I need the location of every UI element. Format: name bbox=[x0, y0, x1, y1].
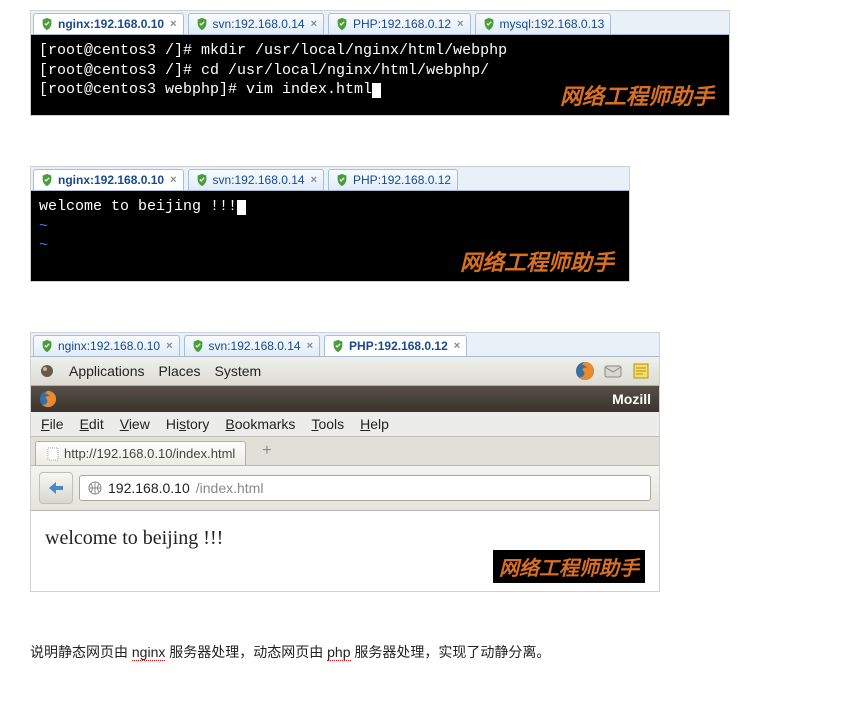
tab-close-icon[interactable]: × bbox=[307, 340, 313, 352]
window-title: Mozill bbox=[612, 391, 651, 407]
ssh-tab-svn[interactable]: svn:192.168.0.14 × bbox=[184, 335, 321, 356]
vim-editor[interactable]: welcome to beijing !!! ~ ~ 网络工程师助手 bbox=[31, 191, 629, 281]
tab-label: mysql:192.168.0.13 bbox=[500, 17, 605, 31]
tab-label: nginx:192.168.0.10 bbox=[58, 339, 160, 353]
screenshot-terminal-2: nginx:192.168.0.10 × svn:192.168.0.14 × … bbox=[30, 166, 630, 282]
tab-label: PHP:192.168.0.12 bbox=[353, 17, 451, 31]
firefox-titlebar: Mozill bbox=[31, 386, 659, 412]
back-arrow-icon bbox=[46, 480, 66, 496]
shield-icon bbox=[335, 17, 349, 31]
watermark-text: 网络工程师助手 bbox=[560, 79, 714, 111]
url-path: /index.html bbox=[196, 480, 264, 496]
ff-menu-tools[interactable]: Tools bbox=[311, 416, 344, 432]
page-body-text: welcome to beijing !!! bbox=[45, 527, 645, 550]
shield-icon bbox=[40, 339, 54, 353]
ssh-tabbar-3: nginx:192.168.0.10 × svn:192.168.0.14 × … bbox=[31, 333, 659, 357]
tab-label: PHP:192.168.0.12 bbox=[349, 339, 448, 353]
url-input[interactable]: 192.168.0.10/index.html bbox=[79, 475, 651, 501]
cursor-icon bbox=[237, 200, 246, 215]
ff-menu-edit[interactable]: Edit bbox=[80, 416, 104, 432]
vim-tilde: ~ bbox=[39, 217, 621, 237]
back-button[interactable] bbox=[39, 472, 73, 504]
ssh-tab-php[interactable]: PHP:192.168.0.12 × bbox=[328, 13, 471, 34]
url-host: 192.168.0.10 bbox=[108, 480, 190, 496]
tab-close-icon[interactable]: × bbox=[166, 340, 172, 352]
shield-icon bbox=[40, 173, 54, 187]
shield-icon bbox=[195, 17, 209, 31]
firefox-newtab-button[interactable]: + bbox=[252, 440, 281, 462]
caption-text: 说明静态网页由 nginx 服务器处理，动态网页由 php 服务器处理，实现了动… bbox=[30, 642, 863, 662]
tab-label: svn:192.168.0.14 bbox=[209, 339, 301, 353]
tab-label: nginx:192.168.0.10 bbox=[58, 173, 164, 187]
cursor-icon bbox=[372, 83, 381, 98]
firefox-tabbar: http://192.168.0.10/index.html + bbox=[31, 437, 659, 466]
shield-icon bbox=[191, 339, 205, 353]
vim-line: welcome to beijing !!! bbox=[39, 197, 621, 217]
gnome-foot-icon bbox=[39, 363, 55, 379]
watermark-text: 网络工程师助手 bbox=[460, 245, 614, 277]
tab-close-icon[interactable]: × bbox=[311, 18, 317, 30]
shield-icon bbox=[40, 17, 54, 31]
globe-icon bbox=[88, 481, 102, 495]
watermark-text: 网络工程师助手 bbox=[493, 550, 645, 583]
gnome-menu-places[interactable]: Places bbox=[159, 363, 201, 379]
shield-icon bbox=[331, 339, 345, 353]
tab-label: nginx:192.168.0.10 bbox=[58, 17, 164, 31]
ff-menu-help[interactable]: Help bbox=[360, 416, 389, 432]
ssh-tab-php[interactable]: PHP:192.168.0.12 × bbox=[324, 335, 467, 356]
tab-close-icon[interactable]: × bbox=[311, 174, 317, 186]
ssh-tab-nginx[interactable]: nginx:192.168.0.10 × bbox=[33, 335, 180, 356]
firefox-launcher-icon[interactable] bbox=[575, 361, 595, 381]
tab-label: svn:192.168.0.14 bbox=[213, 17, 305, 31]
firefox-addressbar: 192.168.0.10/index.html bbox=[31, 466, 659, 511]
tab-close-icon[interactable]: × bbox=[454, 340, 460, 352]
terminal-line: [root@centos3 /]# mkdir /usr/local/nginx… bbox=[39, 41, 721, 61]
screenshot-browser: nginx:192.168.0.10 × svn:192.168.0.14 × … bbox=[30, 332, 660, 592]
shield-icon bbox=[335, 173, 349, 187]
note-launcher-icon[interactable] bbox=[631, 361, 651, 381]
browser-viewport: welcome to beijing !!! 网络工程师助手 bbox=[31, 511, 659, 591]
firefox-icon bbox=[39, 390, 57, 408]
tab-close-icon[interactable]: × bbox=[170, 18, 176, 30]
ff-menu-bookmarks[interactable]: Bookmarks bbox=[225, 416, 295, 432]
firefox-tab-label: http://192.168.0.10/index.html bbox=[64, 446, 235, 461]
ssh-tabbar-2: nginx:192.168.0.10 × svn:192.168.0.14 × … bbox=[31, 167, 629, 191]
ff-menu-file[interactable]: File bbox=[41, 416, 64, 432]
tab-label: PHP:192.168.0.12 bbox=[353, 173, 451, 187]
gnome-desktop: Applications Places System Mozill File E… bbox=[31, 357, 659, 591]
mail-launcher-icon[interactable] bbox=[603, 361, 623, 381]
gnome-menu-system[interactable]: System bbox=[215, 363, 262, 379]
ssh-tab-mysql[interactable]: mysql:192.168.0.13 bbox=[475, 13, 612, 34]
ff-menu-view[interactable]: View bbox=[120, 416, 150, 432]
ssh-tab-svn[interactable]: svn:192.168.0.14 × bbox=[188, 13, 325, 34]
terminal-output[interactable]: [root@centos3 /]# mkdir /usr/local/nginx… bbox=[31, 35, 729, 115]
gnome-menu-applications[interactable]: Applications bbox=[69, 363, 145, 379]
ssh-tabbar-1: nginx:192.168.0.10 × svn:192.168.0.14 × … bbox=[31, 11, 729, 35]
ssh-tab-nginx[interactable]: nginx:192.168.0.10 × bbox=[33, 13, 184, 34]
ssh-tab-svn[interactable]: svn:192.168.0.14 × bbox=[188, 169, 325, 190]
ssh-tab-nginx[interactable]: nginx:192.168.0.10 × bbox=[33, 169, 184, 190]
shield-icon bbox=[195, 173, 209, 187]
screenshot-terminal-1: nginx:192.168.0.10 × svn:192.168.0.14 × … bbox=[30, 10, 730, 116]
firefox-tab[interactable]: http://192.168.0.10/index.html bbox=[35, 441, 246, 465]
tab-close-icon[interactable]: × bbox=[457, 18, 463, 30]
firefox-menubar: File Edit View History Bookmarks Tools H… bbox=[31, 412, 659, 437]
tab-close-icon[interactable]: × bbox=[170, 174, 176, 186]
terminal-line: [root@centos3 /]# cd /usr/local/nginx/ht… bbox=[39, 61, 721, 81]
ssh-tab-php[interactable]: PHP:192.168.0.12 bbox=[328, 169, 458, 190]
gnome-menubar: Applications Places System bbox=[31, 357, 659, 386]
page-icon bbox=[46, 447, 60, 461]
ff-menu-history[interactable]: History bbox=[166, 416, 210, 432]
tab-label: svn:192.168.0.14 bbox=[213, 173, 305, 187]
shield-icon bbox=[482, 17, 496, 31]
